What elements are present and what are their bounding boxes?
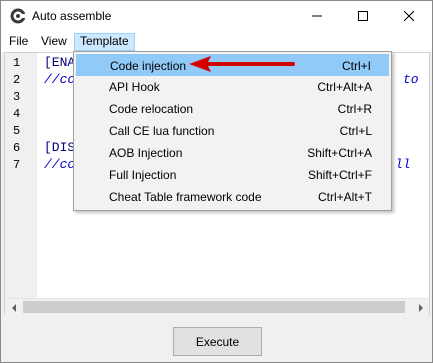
chevron-left-icon xyxy=(11,303,16,312)
maximize-button[interactable] xyxy=(340,1,386,31)
menu-item-shortcut: Ctrl+R xyxy=(337,102,372,116)
menu-item-label: Code injection xyxy=(110,59,187,73)
menu-item-api-hook[interactable]: API Hook Ctrl+Alt+A xyxy=(76,76,389,98)
code-line: [DIS xyxy=(44,140,76,155)
code-line: //co xyxy=(44,157,76,172)
window-title: Auto assemble xyxy=(32,9,112,23)
line-number: 2 xyxy=(13,73,21,87)
menu-item-aob-injection[interactable]: AOB Injection Shift+Ctrl+A xyxy=(76,142,389,164)
line-number: 1 xyxy=(13,56,21,70)
cheat-engine-icon xyxy=(10,8,26,24)
menu-item-label: Cheat Table framework code xyxy=(109,190,262,204)
close-button[interactable] xyxy=(386,1,432,31)
minimize-button[interactable] xyxy=(294,1,340,31)
line-number-gutter: 1 2 3 4 5 6 7 xyxy=(5,53,37,298)
line-number: 4 xyxy=(13,107,21,121)
chevron-right-icon xyxy=(418,303,423,312)
menu-template[interactable]: Template xyxy=(74,33,135,51)
menu-item-call-ce-lua-function[interactable]: Call CE lua function Ctrl+L xyxy=(76,120,389,142)
auto-assemble-window: Auto assemble File View Template 1 2 3 4… xyxy=(0,0,433,363)
code-line-overflow: to xyxy=(403,72,419,87)
menu-item-code-relocation[interactable]: Code relocation Ctrl+R xyxy=(76,98,389,120)
template-menu-dropdown: Code injection Ctrl+I API Hook Ctrl+Alt+… xyxy=(73,51,392,211)
menu-item-label: Code relocation xyxy=(109,102,194,116)
scrollbar-thumb[interactable] xyxy=(23,301,405,313)
menu-item-shortcut: Shift+Ctrl+F xyxy=(307,168,372,182)
menu-item-label: AOB Injection xyxy=(109,146,183,160)
maximize-icon xyxy=(358,11,368,21)
menu-item-shortcut: Ctrl+Alt+A xyxy=(317,80,372,94)
horizontal-scrollbar[interactable] xyxy=(5,298,429,315)
menu-file[interactable]: File xyxy=(3,33,34,51)
title-bar: Auto assemble xyxy=(1,1,432,31)
line-number: 6 xyxy=(13,141,21,155)
menu-item-shortcut: Ctrl+Alt+T xyxy=(317,190,372,204)
close-icon xyxy=(404,11,414,21)
code-line: [ENA xyxy=(44,55,76,70)
line-number: 5 xyxy=(13,124,21,138)
execute-button[interactable]: Execute xyxy=(173,327,262,356)
scroll-right-arrow[interactable] xyxy=(412,299,429,316)
menu-item-shortcut: Ctrl+L xyxy=(339,124,372,138)
menu-item-full-injection[interactable]: Full Injection Shift+Ctrl+F xyxy=(76,164,389,186)
code-line-overflow: ll xyxy=(395,157,411,172)
menu-item-label: Full Injection xyxy=(109,168,177,182)
menu-item-label: Call CE lua function xyxy=(109,124,215,138)
line-number: 3 xyxy=(13,90,21,104)
scroll-left-arrow[interactable] xyxy=(5,299,22,316)
menu-item-cheat-table-framework-code[interactable]: Cheat Table framework code Ctrl+Alt+T xyxy=(76,186,389,208)
code-line: //co xyxy=(44,72,76,87)
menu-bar: File View Template xyxy=(1,31,432,52)
menu-view[interactable]: View xyxy=(35,33,73,51)
line-number: 7 xyxy=(13,158,21,172)
red-arrow-annotation-icon xyxy=(189,56,295,72)
minimize-icon xyxy=(312,15,322,17)
menu-item-shortcut: Shift+Ctrl+A xyxy=(307,146,372,160)
menu-item-label: API Hook xyxy=(109,80,160,94)
menu-item-shortcut: Ctrl+I xyxy=(341,59,371,73)
